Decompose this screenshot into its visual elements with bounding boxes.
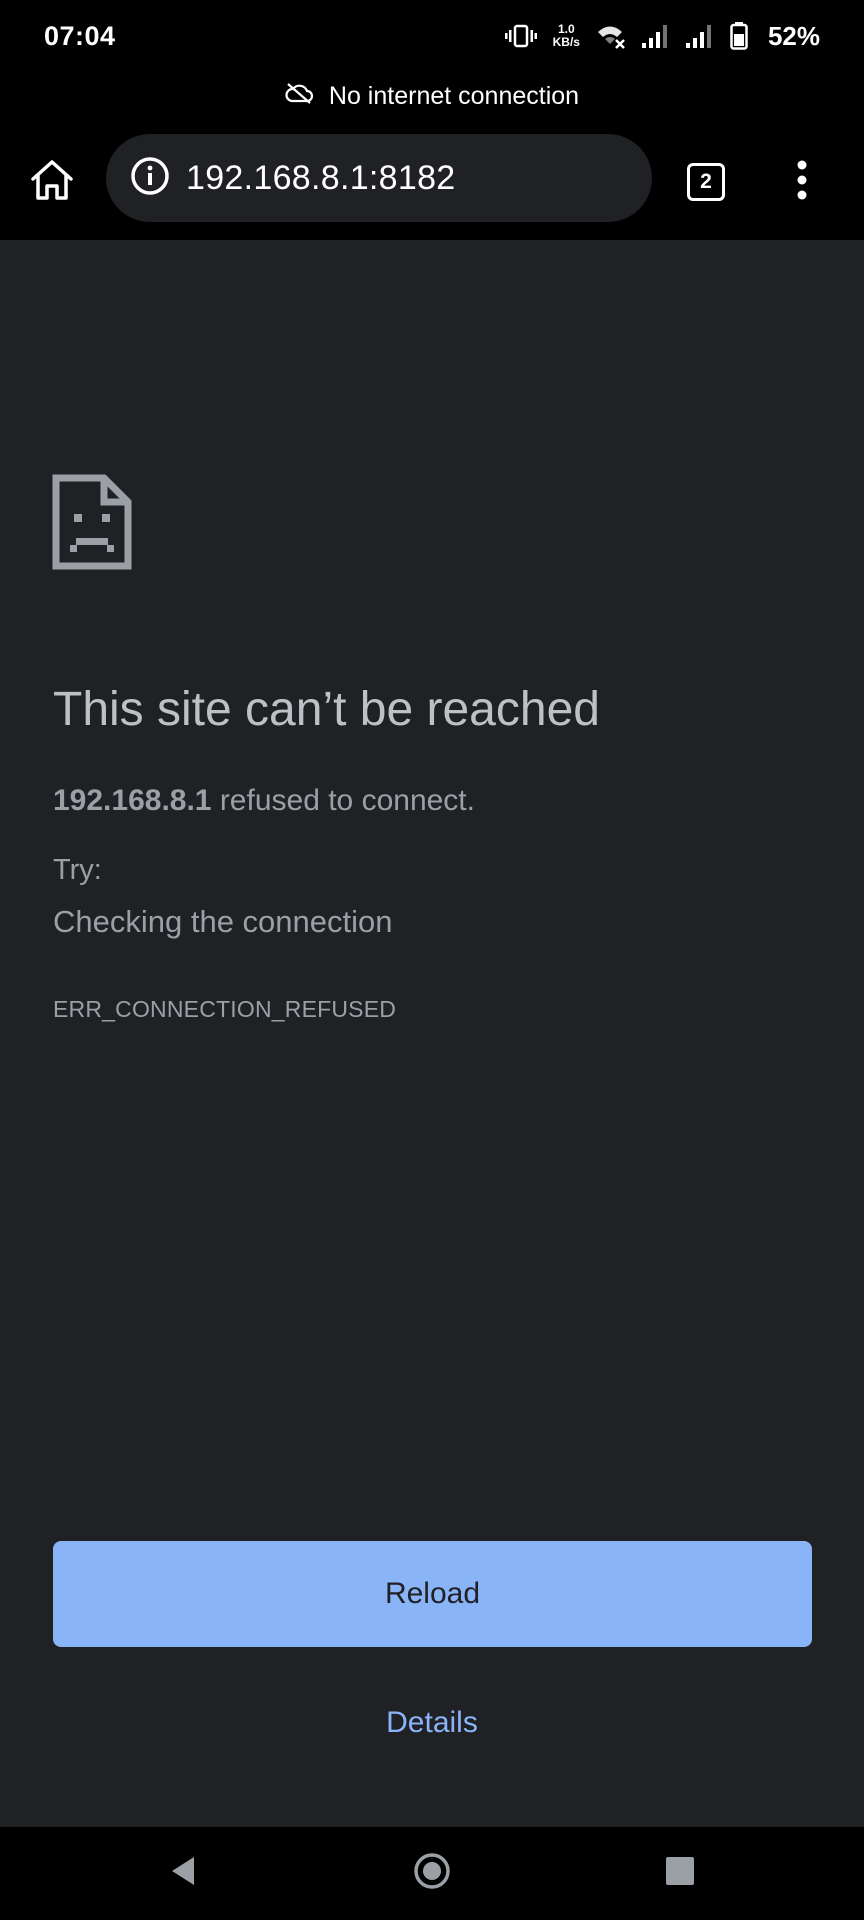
offline-banner: No internet connection xyxy=(0,72,864,120)
error-code: ERR_CONNECTION_REFUSED xyxy=(53,996,397,1022)
error-message: 192.168.8.1 refused to connect. xyxy=(53,784,475,818)
recents-button[interactable] xyxy=(650,1843,710,1903)
battery-percent: 52% xyxy=(767,20,820,51)
menu-button[interactable] xyxy=(776,152,828,212)
network-speed: 1.0 KB/s xyxy=(553,23,580,49)
network-speed-unit: KB/s xyxy=(552,35,580,49)
try-label: Try: xyxy=(53,854,102,886)
details-button[interactable]: Details xyxy=(0,1706,864,1740)
status-bar: 07:04 1.0 KB/s 52% xyxy=(0,0,864,72)
suggestion-item: Checking the connection xyxy=(53,904,393,939)
battery-icon xyxy=(730,22,748,50)
error-message-suffix: refused to connect. xyxy=(211,784,475,817)
status-icons: 1.0 KB/s 52% xyxy=(504,20,820,52)
browser-toolbar: 192.168.8.1:8182 2 xyxy=(0,120,864,240)
sad-page-icon xyxy=(52,474,132,575)
wifi-off-icon xyxy=(596,23,626,49)
address-bar[interactable]: 192.168.8.1:8182 xyxy=(106,134,652,222)
details-label[interactable]: Details xyxy=(386,1706,478,1739)
cloud-off-icon xyxy=(285,82,313,111)
offline-banner-text: No internet connection xyxy=(328,81,580,110)
info-icon[interactable] xyxy=(130,156,170,201)
signal-icon xyxy=(685,23,714,49)
signal-icon xyxy=(641,23,670,49)
home-circle-icon xyxy=(413,1852,451,1895)
home-icon xyxy=(29,159,75,206)
system-nav-bar xyxy=(0,1827,864,1920)
home-button[interactable] xyxy=(22,152,82,212)
recents-square-icon xyxy=(665,1856,695,1891)
home-nav-button[interactable] xyxy=(402,1843,462,1903)
error-title: This site can’t be reached xyxy=(53,683,600,736)
back-icon xyxy=(168,1855,198,1892)
back-button[interactable] xyxy=(153,1843,213,1903)
vibrate-icon xyxy=(504,23,537,49)
error-host: 192.168.8.1 xyxy=(53,784,212,817)
tab-switcher-button[interactable]: 2 xyxy=(680,156,732,208)
more-vert-icon xyxy=(796,160,808,205)
tab-count: 2 xyxy=(687,163,725,201)
reload-button[interactable]: Reload xyxy=(53,1541,812,1647)
url-text[interactable]: 192.168.8.1:8182 xyxy=(186,159,456,198)
status-time: 07:04 xyxy=(44,20,116,51)
